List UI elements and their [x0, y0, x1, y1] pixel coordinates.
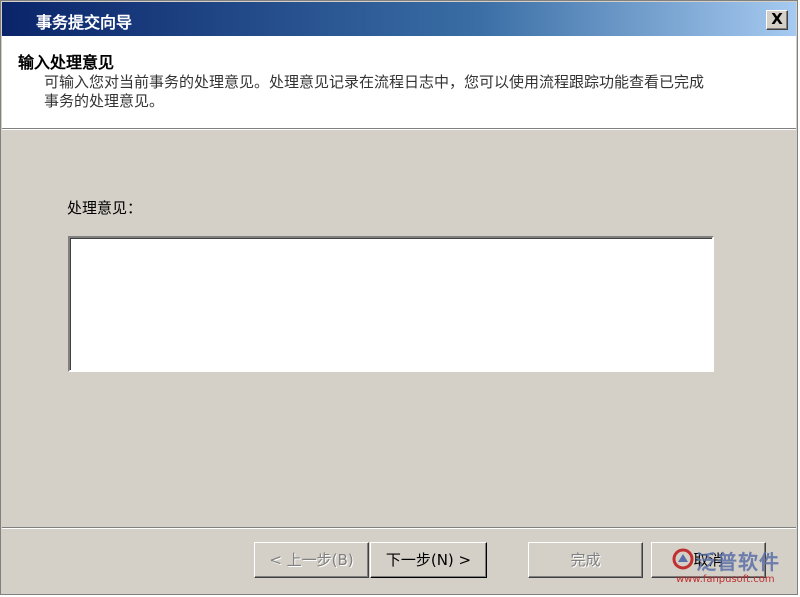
- watermark-url: www.fanpusoft.com: [676, 574, 775, 585]
- back-button[interactable]: < 上一步(B): [254, 542, 369, 578]
- next-button[interactable]: 下一步(N) >: [370, 542, 487, 578]
- watermark-brand: 泛普软件: [696, 550, 780, 574]
- brand-logo-icon: [672, 548, 694, 570]
- opinion-label: 处理意见：: [67, 199, 143, 217]
- close-button[interactable]: X: [766, 10, 788, 30]
- title-bar[interactable]: 事务提交向导 X: [2, 2, 796, 36]
- step-description: 可输入您对当前事务的处理意见。处理意见记录在流程日志中，您可以使用流程跟踪功能查…: [44, 73, 705, 110]
- close-icon: X: [771, 10, 783, 28]
- opinion-textarea[interactable]: [68, 236, 714, 372]
- wizard-dialog: 事务提交向导 X 输入处理意见 可输入您对当前事务的处理意见。处理意见记录在流程…: [0, 0, 798, 595]
- wizard-header: 输入处理意见 可输入您对当前事务的处理意见。处理意见记录在流程日志中，您可以使用…: [2, 36, 796, 129]
- window-title: 事务提交向导: [36, 13, 133, 32]
- finish-button[interactable]: 完成: [528, 542, 643, 578]
- footer-divider-highlight: [2, 528, 796, 529]
- step-title: 输入处理意见: [18, 53, 115, 72]
- header-divider: [2, 129, 796, 130]
- watermark: 泛普软件 www.fanpusoft.com: [672, 548, 796, 592]
